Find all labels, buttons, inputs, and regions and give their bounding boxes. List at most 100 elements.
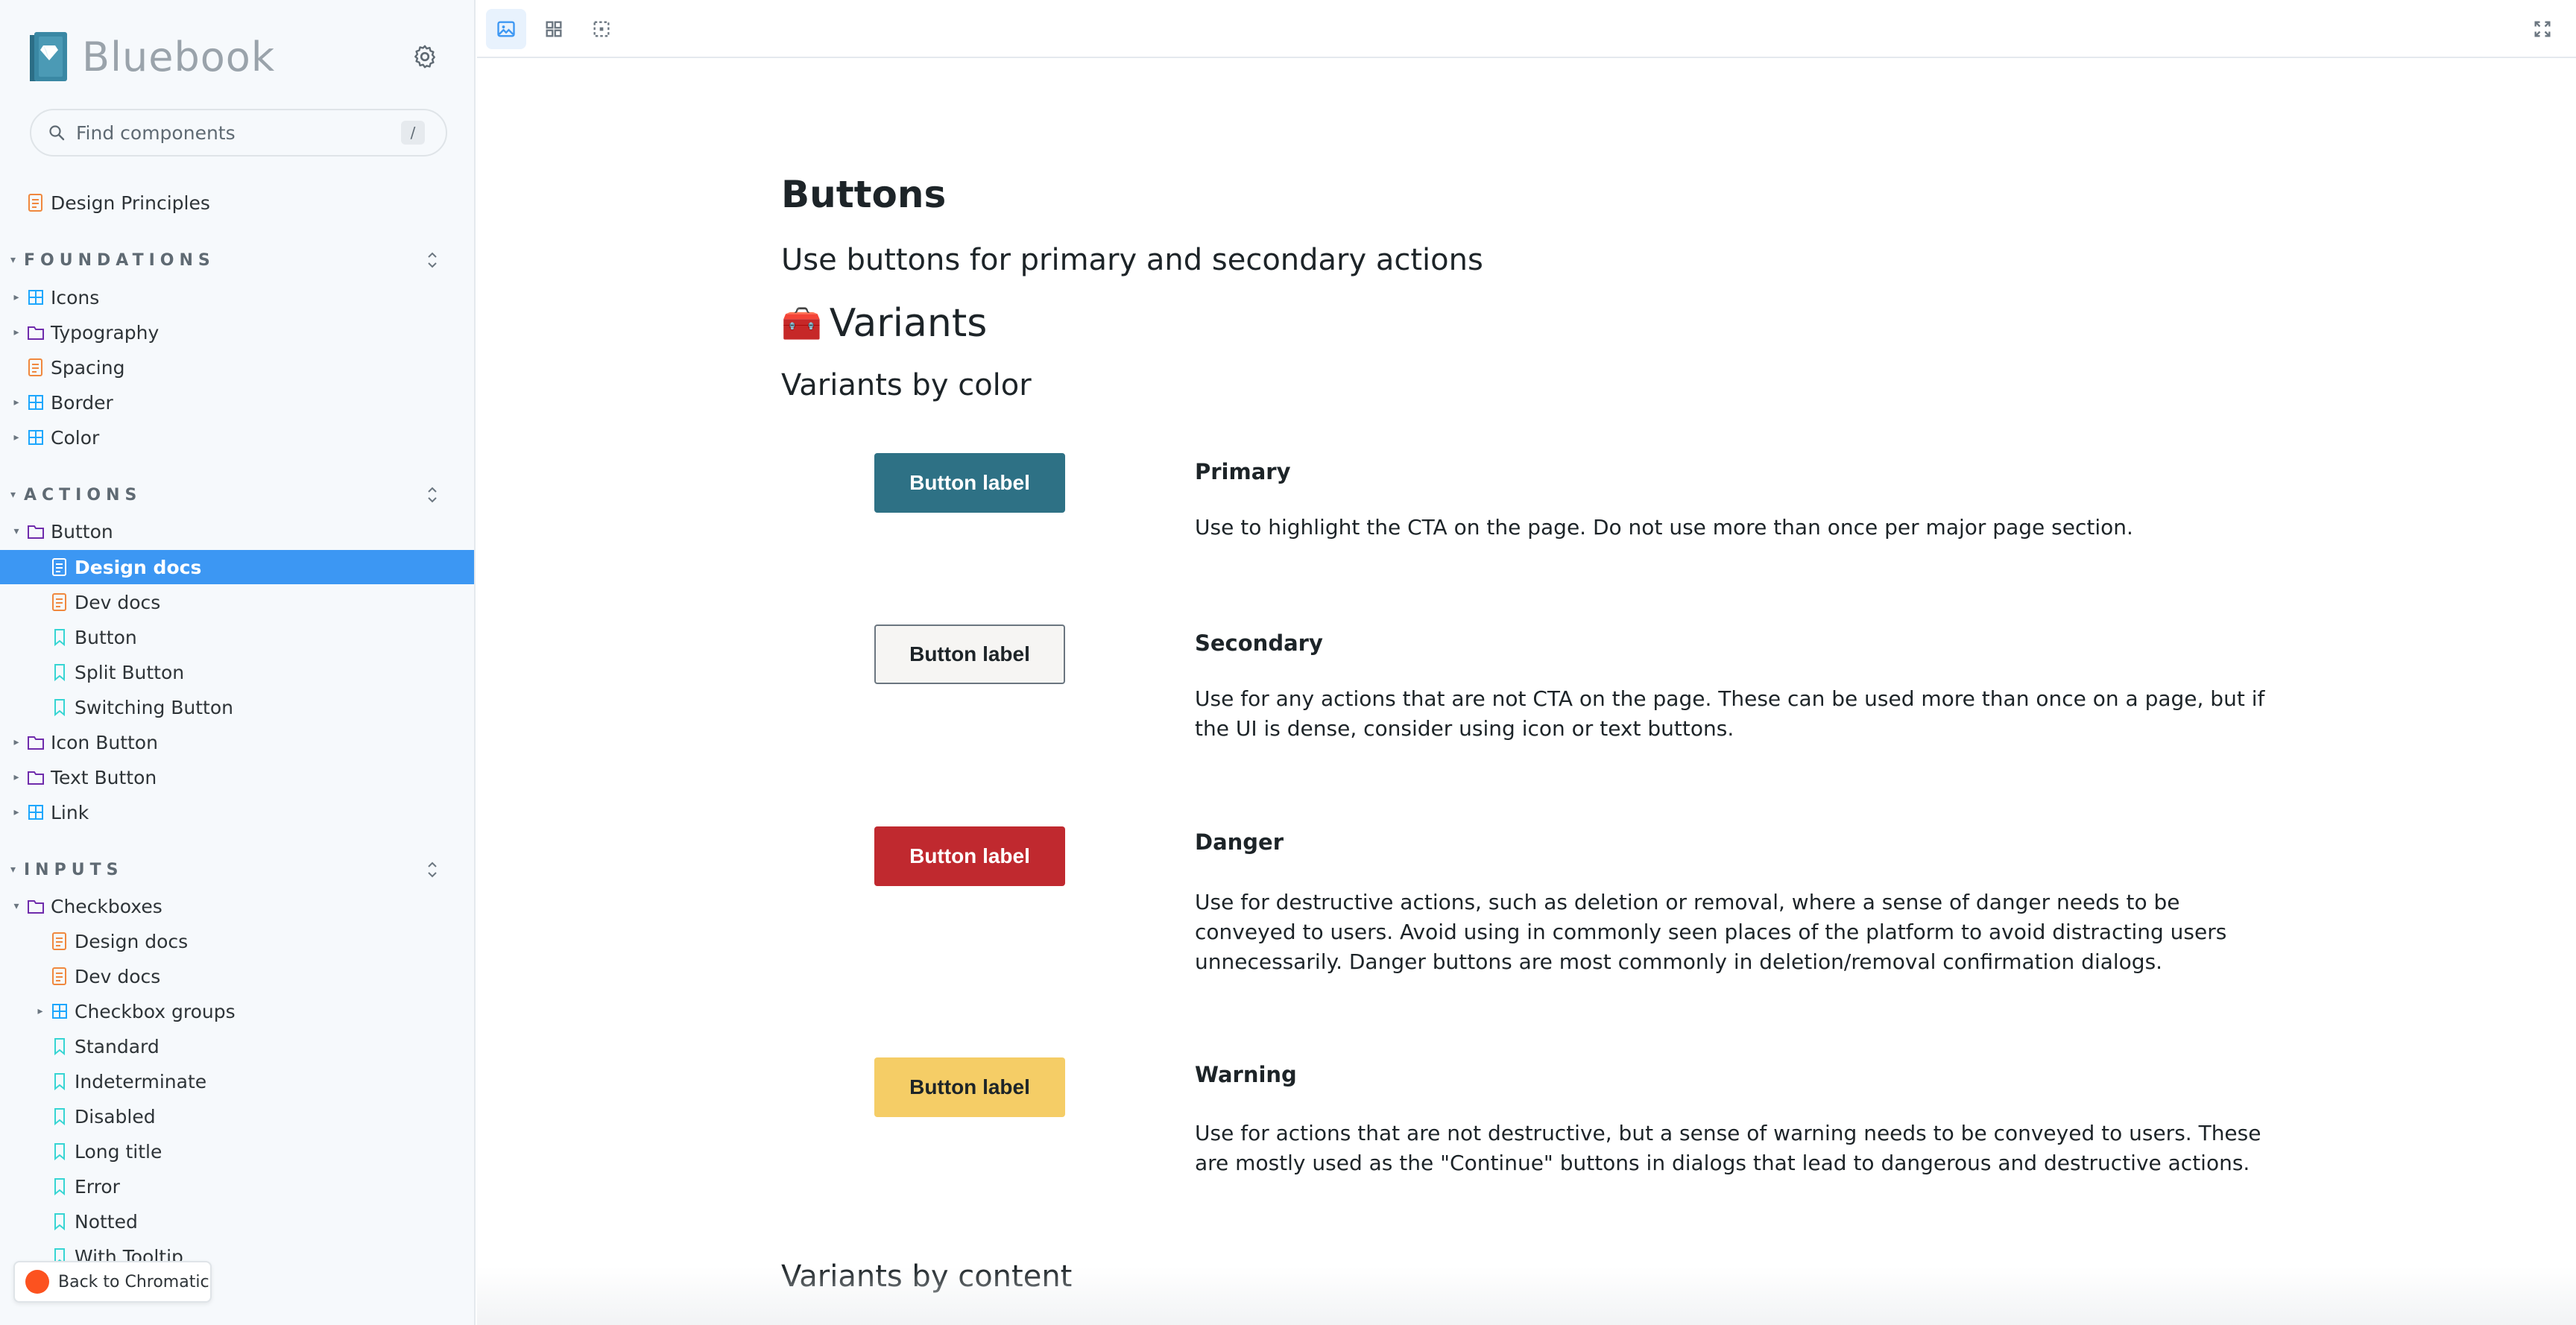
sidebar-item-label: Border — [51, 391, 113, 414]
back-to-chromatic-button[interactable]: Back to Chromatic — [13, 1261, 212, 1303]
sidebar-item-label: Button — [75, 626, 137, 648]
danger-button-example[interactable]: Button label — [874, 826, 1065, 886]
chevron-right-icon: ▸ — [13, 326, 19, 338]
component-icon — [28, 805, 43, 820]
sidebar-item-border[interactable]: ▸ Border — [0, 385, 474, 420]
sidebar-item-checkbox-dev-docs[interactable]: Dev docs — [0, 959, 474, 993]
variant-title: Warning — [1195, 1062, 1297, 1087]
search-placeholder: Find components — [76, 121, 236, 144]
document-icon — [52, 558, 66, 576]
sidebar-item-long-title[interactable]: Long title — [0, 1134, 474, 1169]
sidebar-item-label: Dev docs — [75, 965, 161, 987]
document-icon — [52, 932, 66, 950]
sidebar-item-label: Disabled — [75, 1105, 156, 1128]
toolbar-fullscreen-button[interactable] — [2522, 9, 2563, 49]
bookmark-icon — [54, 1108, 65, 1126]
expand-collapse-icon[interactable] — [423, 859, 441, 880]
chromatic-logo-icon — [25, 1270, 49, 1294]
bookmark-icon — [54, 1073, 65, 1091]
component-icon — [28, 290, 43, 305]
section-title: FOUNDATIONS — [24, 250, 215, 270]
search-input[interactable]: Find components / — [30, 109, 447, 156]
search-shortcut-key: / — [401, 121, 425, 145]
chevron-down-icon: ▾ — [10, 864, 22, 876]
sidebar-item-label: Link — [51, 801, 89, 823]
back-to-chromatic-label: Back to Chromatic — [58, 1272, 209, 1291]
sidebar-item-standard[interactable]: Standard — [0, 1029, 474, 1063]
sidebar-item-text-button[interactable]: ▸ Text Button — [0, 760, 474, 794]
sidebar-item-label: Error — [75, 1175, 120, 1198]
gear-icon[interactable] — [411, 43, 438, 70]
toolbar-grid-button[interactable] — [534, 9, 574, 49]
folder-icon — [28, 771, 44, 785]
expand-collapse-icon[interactable] — [423, 484, 441, 505]
chevron-right-icon: ▸ — [13, 771, 19, 783]
sidebar-item-icons[interactable]: ▸ Icons — [0, 280, 474, 314]
brand[interactable]: Bluebook — [30, 28, 275, 85]
sidebar-item-indeterminate[interactable]: Indeterminate — [0, 1064, 474, 1098]
sidebar-item-typography[interactable]: ▸ Typography — [0, 315, 474, 350]
section-foundations[interactable]: ▾ FOUNDATIONS — [0, 245, 474, 275]
sidebar-item-label: Design docs — [75, 556, 202, 578]
sidebar-item-button-folder[interactable]: ▾ Button — [0, 514, 474, 548]
section-inputs[interactable]: ▾ INPUTS — [0, 855, 474, 885]
folder-icon — [28, 900, 44, 914]
sidebar-item-checkbox-design-docs[interactable]: Design docs — [0, 924, 474, 958]
search-icon — [49, 125, 65, 141]
document-icon — [52, 967, 66, 985]
sidebar-item-label: Spacing — [51, 356, 125, 379]
variant-description: Use for destructive actions, such as del… — [1195, 890, 2227, 974]
sidebar-item-design-docs[interactable]: Design docs — [0, 550, 474, 584]
sidebar-item-switching-button[interactable]: Switching Button — [0, 690, 474, 724]
sidebar-item-button-story[interactable]: Button — [0, 620, 474, 654]
sidebar-item-label: Text Button — [51, 766, 157, 788]
fullscreen-icon — [2534, 21, 2551, 37]
component-icon — [28, 395, 43, 410]
section-actions[interactable]: ▾ ACTIONS — [0, 480, 474, 510]
sidebar-item-color[interactable]: ▸ Color — [0, 420, 474, 455]
expand-collapse-icon[interactable] — [423, 250, 441, 271]
chevron-right-icon: ▸ — [13, 396, 19, 408]
sidebar-item-label: Design Principles — [51, 192, 210, 214]
document-icon — [52, 593, 66, 611]
sidebar-item-label: Long title — [75, 1140, 162, 1163]
sidebar-item-checkbox-groups[interactable]: ▸ Checkbox groups — [0, 994, 474, 1028]
chevron-right-icon: ▸ — [13, 431, 19, 443]
sidebar-item-spacing[interactable]: Spacing — [0, 350, 474, 385]
sidebar-item-label: Icons — [51, 286, 100, 309]
sidebar-item-notted[interactable]: Notted — [0, 1204, 474, 1239]
sidebar-item-design-principles[interactable]: Design Principles — [0, 186, 474, 220]
variant-description: Use for any actions that are not CTA on … — [1195, 686, 2265, 741]
secondary-button-example[interactable]: Button label — [874, 624, 1065, 684]
sidebar-item-label: Standard — [75, 1035, 160, 1057]
sidebar-item-label: Indeterminate — [75, 1070, 207, 1092]
sidebar-item-icon-button[interactable]: ▸ Icon Button — [0, 725, 474, 759]
bookmark-icon — [54, 1213, 65, 1231]
folder-icon — [28, 736, 44, 750]
sidebar-item-label: Color — [51, 426, 100, 449]
sidebar-item-split-button[interactable]: Split Button — [0, 655, 474, 689]
page-subtitle: Use buttons for primary and secondary ac… — [781, 243, 1483, 277]
variant-title: Primary — [1195, 459, 1291, 484]
chevron-down-icon: ▾ — [13, 900, 19, 912]
sidebar-item-error[interactable]: Error — [0, 1169, 474, 1204]
toolbar-canvas-button[interactable] — [486, 9, 526, 49]
bookmark-icon — [54, 1143, 65, 1161]
sidebar-item-label: Notted — [75, 1210, 138, 1233]
toolbar-outline-button[interactable] — [581, 9, 622, 49]
primary-button-example[interactable]: Button label — [874, 453, 1065, 513]
component-icon — [52, 1004, 67, 1019]
sidebar-item-checkboxes[interactable]: ▾ Checkboxes — [0, 889, 474, 923]
sidebar-item-dev-docs[interactable]: Dev docs — [0, 585, 474, 619]
sidebar-item-link[interactable]: ▸ Link — [0, 795, 474, 829]
chevron-down-icon: ▾ — [10, 254, 22, 266]
chevron-down-icon: ▾ — [10, 489, 22, 501]
folder-icon — [28, 326, 44, 340]
folder-icon — [28, 525, 44, 539]
sidebar-item-label: Design docs — [75, 930, 189, 952]
image-icon — [497, 21, 515, 37]
warning-button-example[interactable]: Button label — [874, 1057, 1065, 1117]
grid-icon — [546, 21, 562, 37]
sidebar-item-disabled[interactable]: Disabled — [0, 1099, 474, 1133]
variant-title: Danger — [1195, 829, 1284, 855]
